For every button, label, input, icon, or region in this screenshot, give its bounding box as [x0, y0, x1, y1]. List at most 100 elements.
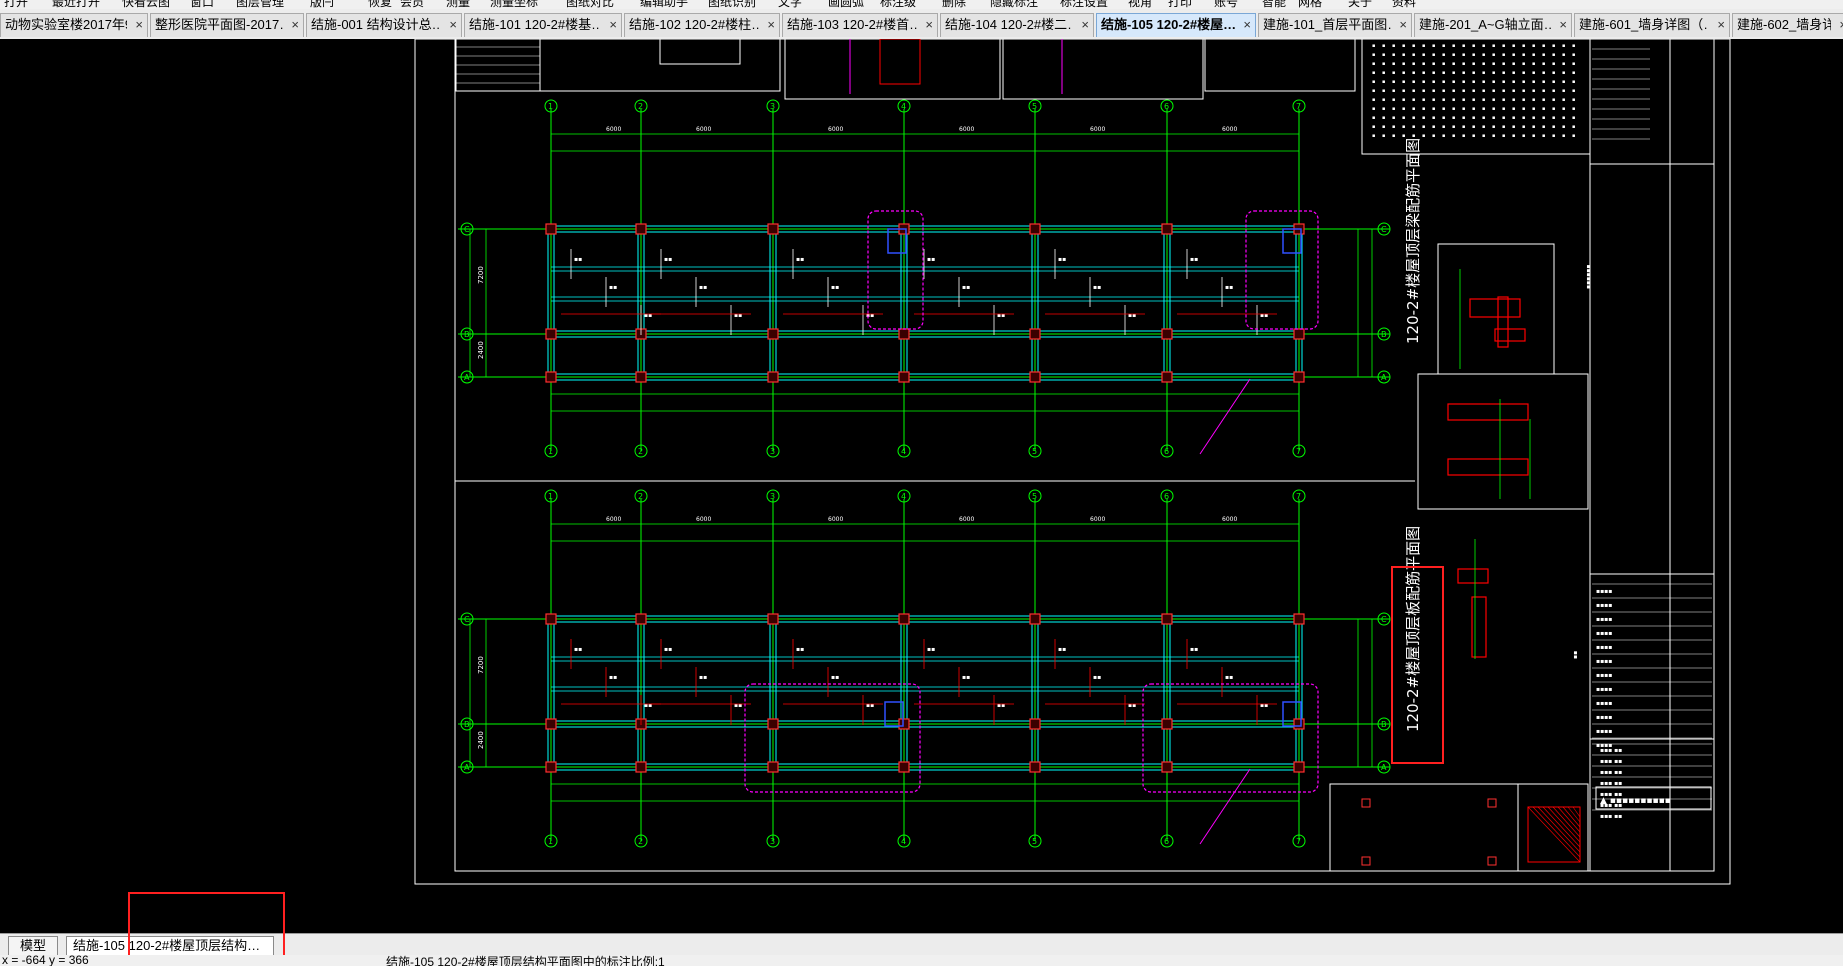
- notes-text: ▪: [1412, 79, 1415, 85]
- detail-rebar: [1497, 296, 1509, 348]
- notes-text: ▪: [1462, 88, 1465, 94]
- notes-text: ▪: [1522, 106, 1525, 112]
- menu-item-11[interactable]: 编辑助手: [640, 0, 688, 9]
- notes-text: ▪: [1492, 52, 1495, 58]
- close-icon[interactable]: ×: [609, 14, 617, 36]
- notes-text: ▪: [1402, 70, 1405, 76]
- layout-tab-model[interactable]: 模型: [8, 936, 58, 955]
- axis-label: 4: [901, 492, 906, 501]
- dimension-text: 6000: [1090, 126, 1105, 133]
- detail-panel: [1329, 783, 1519, 872]
- column: [1293, 328, 1305, 340]
- menu-item-16[interactable]: 删除: [942, 0, 966, 9]
- menu-item-2[interactable]: 快看云图: [122, 0, 170, 9]
- cad-drawing[interactable]: ▪▪▪▪▪▪▪▪▪▪▪▪▪▪▪▪▪▪▪▪▪▪▪▪▪▪▪▪▪▪▪▪▪▪▪▪▪▪▪▪…: [0, 39, 1843, 933]
- document-tab-0[interactable]: 动物实验室楼2017年9… ×: [0, 13, 148, 37]
- beam-annotation: ▪▪: [831, 284, 839, 291]
- menu-item-0[interactable]: 打开: [4, 0, 28, 9]
- menu-item-21[interactable]: 账号: [1214, 0, 1238, 9]
- document-tab-4[interactable]: 结施-102 120-2#楼柱… ×: [624, 13, 780, 37]
- menu-item-20[interactable]: 打印: [1168, 0, 1192, 9]
- menu-item-23[interactable]: 网格: [1298, 0, 1322, 9]
- document-tab-10[interactable]: 建施-601_墙身详图（… ×: [1574, 13, 1730, 37]
- title-block-text: ▪▪▪ ▪▪: [1600, 758, 1622, 765]
- close-icon[interactable]: ×: [135, 14, 143, 36]
- close-icon[interactable]: ×: [1839, 14, 1843, 36]
- notes-text: ▪: [1392, 124, 1395, 130]
- detail-panel: [1437, 243, 1555, 375]
- column: [1029, 328, 1041, 340]
- menu-item-6[interactable]: 恢复: [368, 0, 392, 9]
- menu-item-9[interactable]: 测量坐标: [490, 0, 538, 9]
- close-icon[interactable]: ×: [1559, 14, 1567, 36]
- document-tab-bar: 动物实验室楼2017年9…×整形医院平面图-2017…×结施-001 结构设计总…: [0, 9, 1843, 40]
- menu-item-4[interactable]: 图层管理: [236, 0, 284, 9]
- notes-text: ▪: [1482, 52, 1485, 58]
- menu-item-17[interactable]: 隐藏标注: [990, 0, 1038, 9]
- column: [1487, 856, 1497, 866]
- hatch-line: [1562, 806, 1581, 828]
- close-icon[interactable]: ×: [449, 14, 457, 36]
- menu-item-5[interactable]: 版闩: [310, 0, 334, 9]
- menu-item-8[interactable]: 测量: [446, 0, 470, 9]
- document-tab-7[interactable]: 结施-105 120-2#楼屋… ×: [1096, 13, 1256, 37]
- menu-item-12[interactable]: 图纸识别: [708, 0, 756, 9]
- notes-text: ▪: [1572, 52, 1575, 58]
- close-icon[interactable]: ×: [1717, 14, 1725, 36]
- menu-item-1[interactable]: 最近打开: [52, 0, 100, 9]
- notes-text: ▪: [1522, 43, 1525, 49]
- menu-item-7[interactable]: 会员: [400, 0, 424, 9]
- close-icon[interactable]: ×: [1399, 14, 1407, 36]
- notes-text: ▪: [1432, 133, 1435, 139]
- detail-rebar: [1471, 596, 1487, 658]
- beam-annotation: ▪▪: [574, 646, 582, 653]
- document-tab-9[interactable]: 建施-201_A~G轴立面… ×: [1414, 13, 1572, 37]
- notes-text: ▪: [1552, 106, 1555, 112]
- document-tab-2[interactable]: 结施-001 结构设计总… ×: [306, 13, 462, 37]
- axis-label: 7: [1296, 492, 1301, 501]
- close-icon[interactable]: ×: [291, 14, 299, 36]
- menu-item-24[interactable]: 关于: [1348, 0, 1372, 9]
- notes-text: ▪: [1552, 133, 1555, 139]
- column: [1361, 856, 1371, 866]
- close-icon[interactable]: ×: [925, 14, 933, 36]
- document-tab-label: 结施-001 结构设计总…: [311, 17, 441, 32]
- beam-annotation: ▪▪: [574, 256, 582, 263]
- notes-text: ▪: [1452, 133, 1455, 139]
- document-tab-8[interactable]: 建施-101_首层平面图… ×: [1258, 13, 1412, 37]
- document-tab-5[interactable]: 结施-103 120-2#楼首… ×: [782, 13, 938, 37]
- menu-item-19[interactable]: 视角: [1128, 0, 1152, 9]
- document-tab-6[interactable]: 结施-104 120-2#楼二… ×: [940, 13, 1094, 37]
- menu-item-13[interactable]: 文字: [778, 0, 802, 9]
- menu-item-22[interactable]: 智能: [1262, 0, 1286, 9]
- close-icon[interactable]: ×: [1243, 14, 1251, 36]
- menu-item-25[interactable]: 资料: [1392, 0, 1416, 9]
- close-icon[interactable]: ×: [1081, 14, 1089, 36]
- notes-text: ▪: [1552, 88, 1555, 94]
- detail-rebar: [1447, 458, 1529, 476]
- notes-text: ▪: [1462, 124, 1465, 130]
- beam-annotation: ▪▪: [664, 256, 672, 263]
- document-tab-3[interactable]: 结施-101 120-2#楼基… ×: [464, 13, 622, 37]
- column: [545, 328, 557, 340]
- menu-item-14[interactable]: 画圆弧: [828, 0, 864, 9]
- column: [545, 613, 557, 625]
- close-icon[interactable]: ×: [767, 14, 775, 36]
- document-tab-1[interactable]: 整形医院平面图-2017… ×: [150, 13, 304, 37]
- beam-annotation: ▪▪: [1190, 646, 1198, 653]
- document-tab-11[interactable]: 建施-602_墙身详图 ×: [1732, 13, 1843, 37]
- notes-text: ▪: [1512, 124, 1515, 130]
- menu-item-15[interactable]: 标注级: [880, 0, 916, 9]
- menu-item-3[interactable]: 窗口: [190, 0, 214, 9]
- drawing-canvas[interactable]: ▪▪▪▪ ▪▪▪▪ ▪▪▪▪ ▪▪▪▪ ▪▪▪▪ ▪▪▪▪ ▪▪▪▪ ▪▪▪▪ ▪▪▪▪ ▪▪▪▪…: [0, 39, 1843, 933]
- column: [635, 761, 647, 773]
- dimension-text: 6000: [1222, 516, 1237, 523]
- menu-item-18[interactable]: 标注设置: [1060, 0, 1108, 9]
- menu-item-10[interactable]: 图纸对比: [566, 0, 614, 9]
- notes-text: ▪: [1372, 88, 1375, 94]
- beam-annotation: ▪▪: [1058, 646, 1066, 653]
- document-tab-label: 结施-102 120-2#楼柱…: [629, 17, 759, 32]
- dimension-text: 7200: [477, 266, 485, 284]
- notes-text: ▪: [1442, 43, 1445, 49]
- notes-text: ▪: [1452, 52, 1455, 58]
